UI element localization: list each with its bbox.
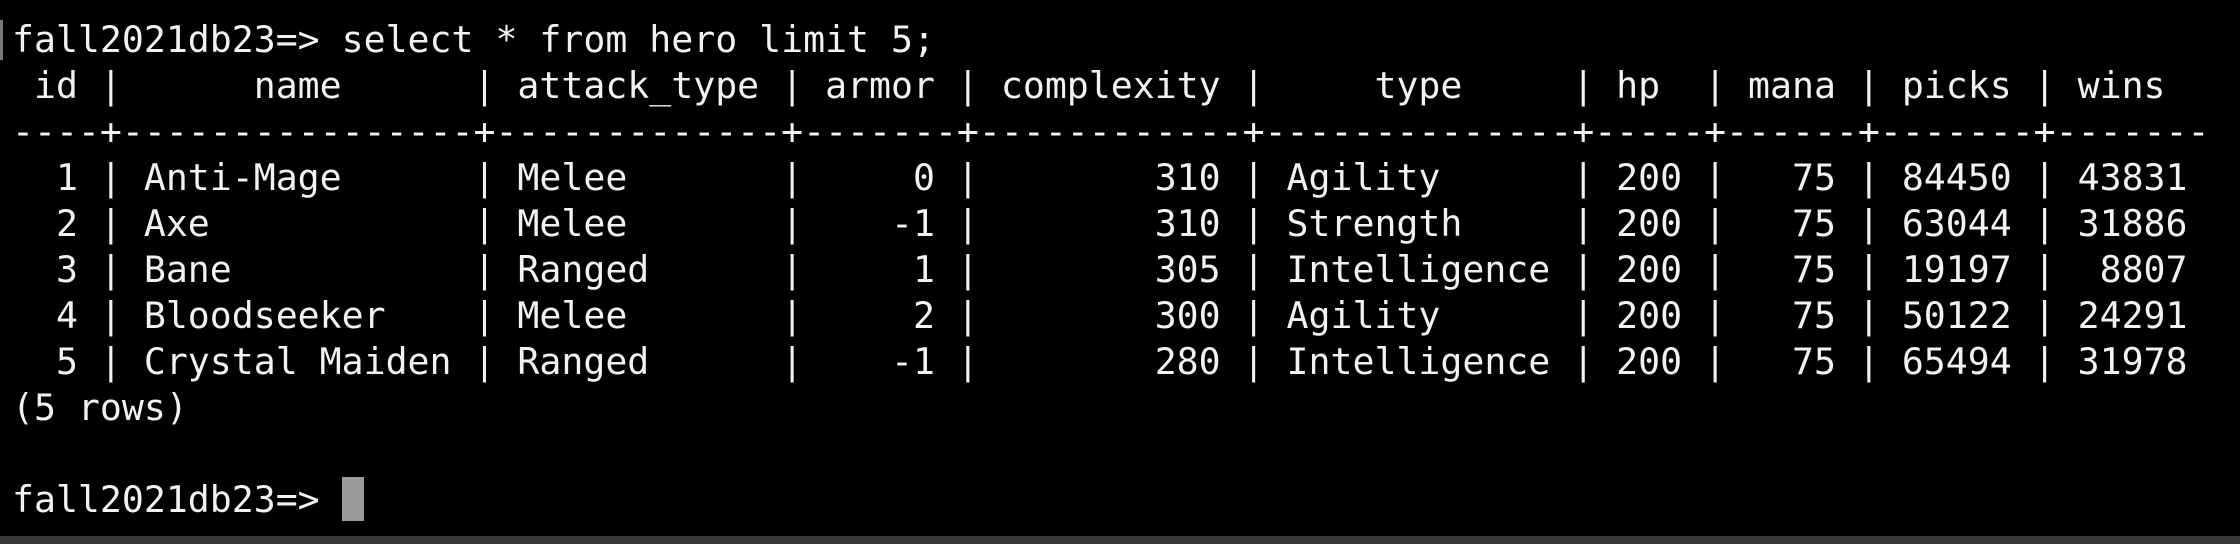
terminal-window[interactable]: fall2021db23=> select * from hero limit … [0, 0, 2240, 544]
window-bottom-edge [0, 536, 2240, 544]
text-cursor [341, 477, 364, 521]
command-line: fall2021db23=> select * from hero limit … [12, 18, 935, 61]
prompt-line[interactable]: fall2021db23=> [12, 477, 2240, 523]
prompt-text: fall2021db23=> [12, 478, 342, 521]
table-header: id | name | attack_type | armor | comple… [12, 64, 2166, 107]
table-separator: ----+----------------+-------------+----… [12, 110, 2210, 153]
table-row: 5 | Crystal Maiden | Ranged | -1 | 280 |… [12, 340, 2188, 383]
table-row: 4 | Bloodseeker | Melee | 2 | 300 | Agil… [12, 294, 2188, 337]
table-row: 2 | Axe | Melee | -1 | 310 | Strength | … [12, 202, 2188, 245]
scroll-marker [0, 20, 3, 60]
row-count: (5 rows) [12, 386, 188, 429]
table-row: 1 | Anti-Mage | Melee | 0 | 310 | Agilit… [12, 156, 2188, 199]
table-row: 3 | Bane | Ranged | 1 | 305 | Intelligen… [12, 248, 2188, 291]
